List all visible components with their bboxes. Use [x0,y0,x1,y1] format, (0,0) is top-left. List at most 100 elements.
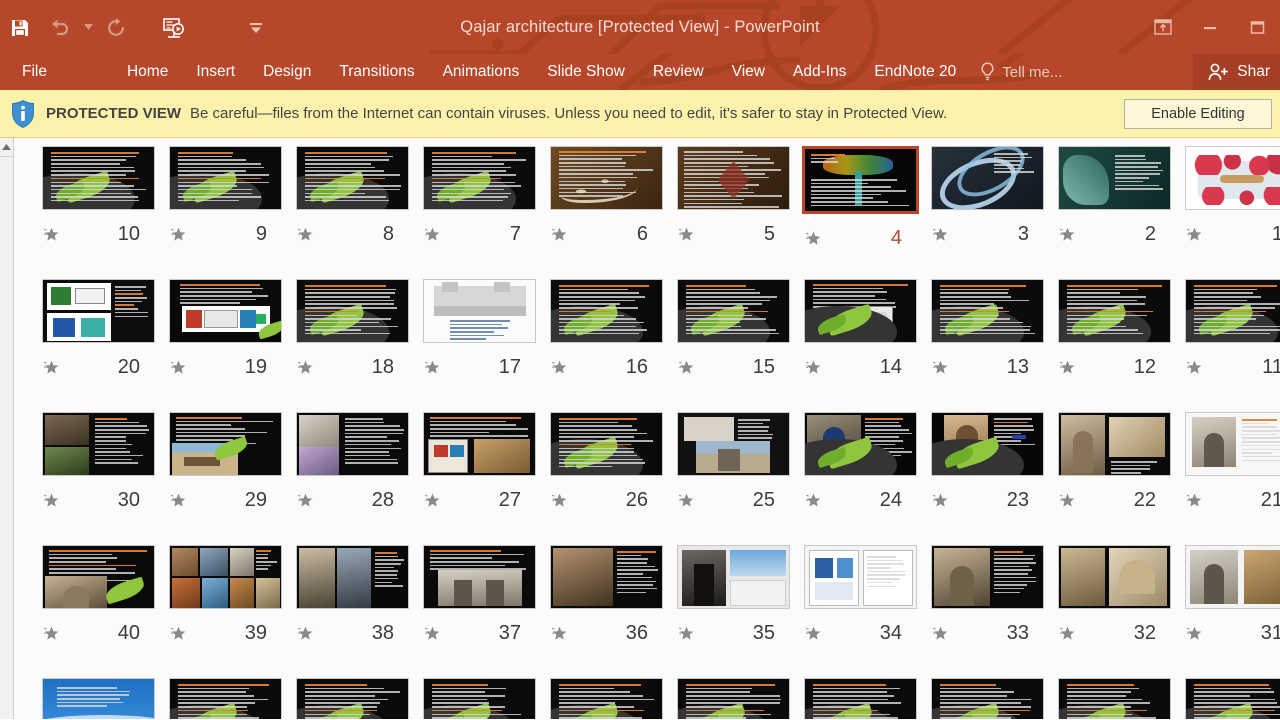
slide-thumbnail-image[interactable] [169,279,282,343]
star-icon[interactable] [802,231,824,246]
slide-thumbnail[interactable] [1177,678,1280,719]
slide-thumbnail-29[interactable]: 29 [161,412,289,511]
star-icon[interactable] [294,360,316,375]
star-icon[interactable] [548,227,570,242]
slide-thumbnail-image[interactable] [931,678,1044,719]
slide-thumbnail-23[interactable]: 23 [923,412,1051,511]
slide-thumbnail-13[interactable]: 13 [923,279,1051,378]
slide-thumbnail-image[interactable] [296,678,409,719]
slide-thumbnail-image[interactable] [423,279,536,343]
star-icon[interactable] [1056,227,1078,242]
slide-thumbnail-1[interactable]: 1 [1177,146,1280,245]
slide-thumbnail-image[interactable] [423,146,536,210]
star-icon[interactable] [675,227,697,242]
tab-slide-show[interactable]: Slide Show [533,54,639,90]
slide-thumbnail-image[interactable] [423,412,536,476]
slide-thumbnail-19[interactable]: 19 [161,279,289,378]
slide-thumbnail-37[interactable]: 37 [415,545,543,644]
slide-thumbnail-image[interactable] [169,146,282,210]
ribbon-options-icon[interactable] [1139,0,1186,54]
slide-thumbnail-2[interactable]: 2 [1050,146,1178,245]
slide-thumbnail-image[interactable] [1185,146,1280,210]
slide-thumbnail-25[interactable]: 25 [669,412,797,511]
triangle-up-icon[interactable] [0,139,13,155]
star-icon[interactable] [1183,227,1205,242]
slide-thumbnail[interactable] [669,678,797,719]
slide-thumbnail-image[interactable] [1058,146,1171,210]
star-icon[interactable] [1183,360,1205,375]
slide-thumbnail-12[interactable]: 12 [1050,279,1178,378]
slide-thumbnail-image[interactable] [677,146,790,210]
slide-thumbnail-34[interactable]: 34 [796,545,924,644]
enable-editing-button[interactable]: Enable Editing [1124,99,1272,129]
slide-thumbnail[interactable] [34,678,162,719]
slide-thumbnail-image[interactable] [423,678,536,719]
tab-file[interactable]: File [0,54,69,90]
slide-thumbnail-image[interactable] [42,545,155,609]
slide-thumbnail-image[interactable] [169,678,282,719]
slide-thumbnail-image[interactable] [42,678,155,719]
undo-dropdown[interactable] [80,7,96,47]
star-icon[interactable] [1056,360,1078,375]
tab-add-ins[interactable]: Add-Ins [779,54,860,90]
slide-thumbnail-image[interactable] [1185,545,1280,609]
slide-thumbnail-4[interactable]: 4 [796,146,924,249]
slide-thumbnail-40[interactable]: 40 [34,545,162,644]
slide-thumbnail-32[interactable]: 32 [1050,545,1178,644]
slide-thumbnail-18[interactable]: 18 [288,279,416,378]
slide-thumbnail[interactable] [542,678,670,719]
star-icon[interactable] [548,493,570,508]
star-icon[interactable] [929,227,951,242]
star-icon[interactable] [802,493,824,508]
slide-thumbnail-image[interactable] [804,412,917,476]
slide-thumbnail-5[interactable]: 5 [669,146,797,245]
slide-thumbnail-image[interactable] [296,146,409,210]
star-icon[interactable] [1183,493,1205,508]
star-icon[interactable] [675,493,697,508]
slide-thumbnail-image[interactable] [550,279,663,343]
star-icon[interactable] [167,626,189,641]
slide-thumbnail-image[interactable] [804,279,917,343]
slide-thumbnail-16[interactable]: 16 [542,279,670,378]
star-icon[interactable] [802,626,824,641]
star-icon[interactable] [548,626,570,641]
tab-animations[interactable]: Animations [429,54,534,90]
star-icon[interactable] [802,360,824,375]
star-icon[interactable] [421,626,443,641]
slideshow-icon[interactable] [154,8,194,48]
slide-thumbnail-38[interactable]: 38 [288,545,416,644]
slide-thumbnail-image[interactable] [1185,279,1280,343]
slide-grid[interactable]: 10 9 8 7 6 5 4 3 2 1 20 19 18 17 16 15 14 13 12 11 30 29 28 27 2… [14,138,1280,719]
slide-thumbnail-image[interactable] [1058,279,1171,343]
slide-thumbnail[interactable] [161,678,289,719]
slide-thumbnail-8[interactable]: 8 [288,146,416,245]
slide-thumbnail-30[interactable]: 30 [34,412,162,511]
slide-thumbnail-image[interactable] [296,545,409,609]
slide-thumbnail-26[interactable]: 26 [542,412,670,511]
slide-thumbnail-24[interactable]: 24 [796,412,924,511]
slide-thumbnail-6[interactable]: 6 [542,146,670,245]
star-icon[interactable] [167,360,189,375]
slide-thumbnail-20[interactable]: 20 [34,279,162,378]
customize-qat-button[interactable] [236,8,276,48]
star-icon[interactable] [1056,493,1078,508]
tab-design[interactable]: Design [249,54,325,90]
slide-thumbnail-image[interactable] [550,412,663,476]
star-icon[interactable] [421,360,443,375]
slide-thumbnail-image[interactable] [931,545,1044,609]
star-icon[interactable] [421,227,443,242]
slide-thumbnail[interactable] [1050,678,1178,719]
slide-thumbnail-27[interactable]: 27 [415,412,543,511]
star-icon[interactable] [40,227,62,242]
slide-thumbnail-image[interactable] [423,545,536,609]
slide-thumbnail-image[interactable] [169,412,282,476]
slide-thumbnail-image[interactable] [550,146,663,210]
slide-thumbnail-image[interactable] [296,279,409,343]
tab-view[interactable]: View [718,54,779,90]
star-icon[interactable] [929,360,951,375]
slide-thumbnail-10[interactable]: 10 [34,146,162,245]
star-icon[interactable] [675,360,697,375]
minimize-icon[interactable] [1186,0,1233,54]
slide-thumbnail-39[interactable]: 39 [161,545,289,644]
slide-thumbnail-image[interactable] [804,545,917,609]
